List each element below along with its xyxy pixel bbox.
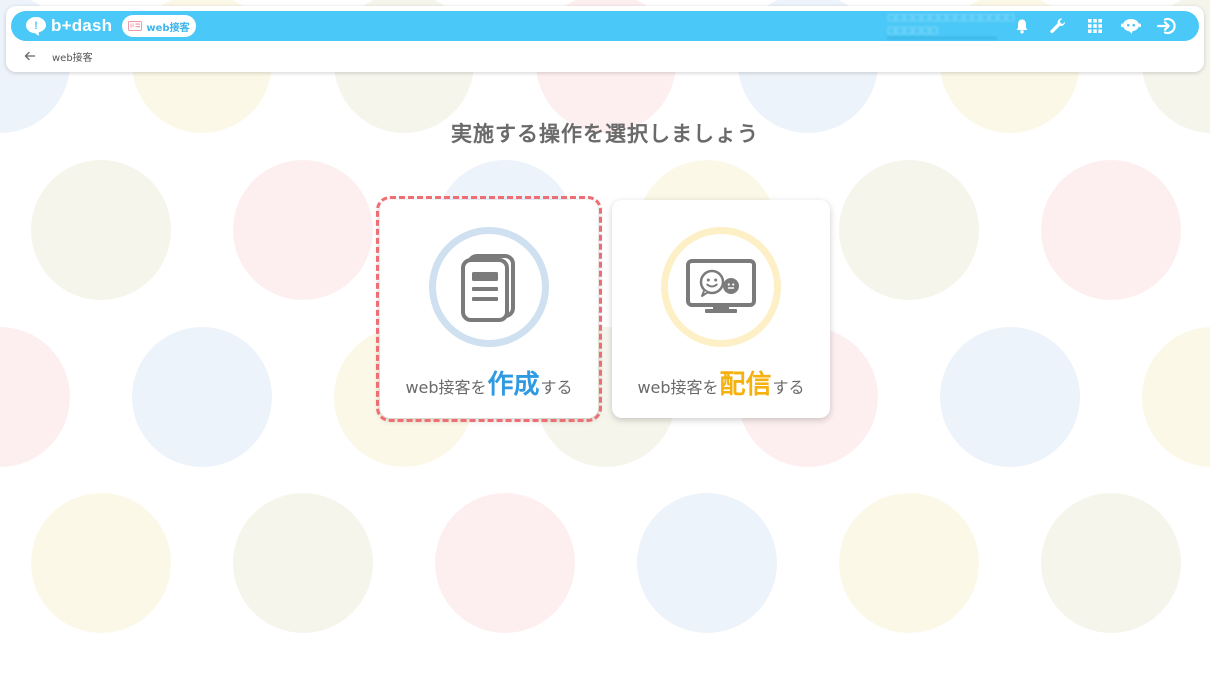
card-label: web接客を 作成 する bbox=[380, 360, 598, 400]
module-web-service-button[interactable]: web接客 bbox=[122, 15, 196, 37]
monitor-chat-icon bbox=[686, 259, 756, 313]
card-label-prefix: web接客を bbox=[637, 378, 719, 397]
deliver-web-service-card[interactable]: web接客を 配信 する bbox=[612, 200, 830, 418]
card-icon-ring bbox=[429, 227, 549, 347]
grid-icon[interactable] bbox=[1084, 15, 1106, 37]
arrow-left-icon[interactable] bbox=[24, 51, 36, 61]
wrench-icon[interactable] bbox=[1047, 15, 1069, 37]
page-title: 実施する操作を選択しましょう bbox=[451, 122, 759, 146]
card-label-prefix: web接客を bbox=[405, 378, 487, 397]
card-label-emphasis: 配信 bbox=[719, 370, 772, 400]
logout-icon[interactable] bbox=[1156, 15, 1178, 37]
breadcrumb-label: web接客 bbox=[52, 52, 93, 64]
card-icon-ring bbox=[661, 227, 781, 347]
card-label-emphasis: 作成 bbox=[487, 370, 540, 400]
polka-dot-background bbox=[0, 0, 1210, 680]
card-label-suffix: する bbox=[540, 378, 573, 397]
app-logo[interactable]: ! b+dash bbox=[25, 16, 112, 36]
top-nav-bar: ! b+dash web接客 □□□□□□□□□□□□□□□ □□□□□□ bbox=[11, 11, 1199, 41]
card-label-suffix: する bbox=[772, 378, 805, 397]
logo-bubble-icon: ! bbox=[26, 17, 46, 36]
logo-text: b+dash bbox=[51, 16, 113, 35]
bell-icon[interactable] bbox=[1011, 15, 1033, 37]
svg-text:!: ! bbox=[34, 20, 38, 32]
user-account-info[interactable]: □□□□□□□□□□□□□□□ □□□□□□ bbox=[887, 12, 1015, 40]
create-web-service-card[interactable]: web接客を 作成 する bbox=[376, 196, 602, 422]
document-icon bbox=[461, 254, 515, 322]
module-label: web接客 bbox=[146, 22, 190, 34]
header: ! b+dash web接客 □□□□□□□□□□□□□□□ □□□□□□ we… bbox=[6, 6, 1204, 72]
card-label: web接客を 配信 する bbox=[612, 360, 830, 400]
web-service-icon bbox=[128, 20, 143, 31]
chat-robot-icon[interactable] bbox=[1120, 15, 1142, 37]
breadcrumb: web接客 bbox=[24, 49, 93, 64]
